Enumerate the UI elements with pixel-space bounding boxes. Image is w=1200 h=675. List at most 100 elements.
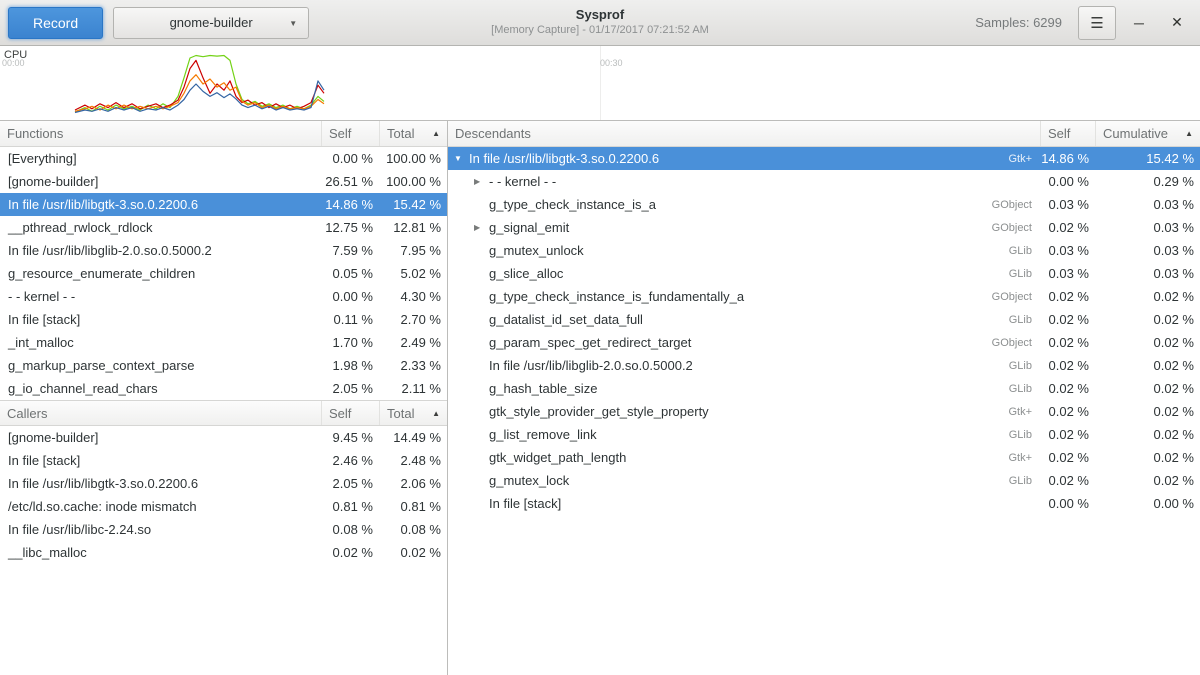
- self-value: 14.86 %: [321, 197, 379, 212]
- table-row[interactable]: In file /usr/lib/libgtk-3.so.0.2200.6 2.0…: [0, 472, 447, 495]
- hamburger-menu-button[interactable]: ☰: [1078, 6, 1116, 40]
- functions-table-header: Functions Self Total ▲: [0, 121, 447, 147]
- table-row[interactable]: g_mutex_unlockGLib0.03 %0.03 %: [448, 239, 1200, 262]
- table-row[interactable]: ▶- - kernel - -0.00 %0.29 %: [448, 170, 1200, 193]
- function-name: g_io_channel_read_chars: [0, 381, 321, 396]
- self-value: 0.00 %: [1040, 174, 1095, 189]
- self-value: 9.45 %: [321, 430, 379, 445]
- column-header-functions[interactable]: Functions: [0, 121, 321, 146]
- table-row[interactable]: [Everything]0.00 %100.00 %: [0, 147, 447, 170]
- table-row[interactable]: ▶g_signal_emitGObject0.02 %0.03 %: [448, 216, 1200, 239]
- self-value: 0.02 %: [1040, 358, 1095, 373]
- self-value: 14.86 %: [1040, 151, 1095, 166]
- table-row[interactable]: In file /usr/lib/libglib-2.0.so.0.5000.2…: [0, 239, 447, 262]
- function-name: g_hash_table_size: [489, 381, 597, 396]
- table-row[interactable]: g_param_spec_get_redirect_targetGObject0…: [448, 331, 1200, 354]
- library-tag: Gtk+: [1008, 406, 1040, 418]
- table-row[interactable]: gtk_style_provider_get_style_propertyGtk…: [448, 400, 1200, 423]
- table-row[interactable]: In file [stack]0.00 %0.00 %: [448, 492, 1200, 515]
- cumulative-value: 0.02 %: [1095, 381, 1200, 396]
- table-row[interactable]: g_mutex_lockGLib0.02 %0.02 %: [448, 469, 1200, 492]
- table-row[interactable]: _int_malloc1.70 %2.49 %: [0, 331, 447, 354]
- function-name: In file [stack]: [0, 312, 321, 327]
- self-value: 0.08 %: [321, 522, 379, 537]
- cumulative-value: 0.02 %: [1095, 450, 1200, 465]
- table-row[interactable]: g_hash_table_sizeGLib0.02 %0.02 %: [448, 377, 1200, 400]
- tree-cell: ▶g_signal_emitGObject: [448, 220, 1040, 235]
- table-row[interactable]: [gnome-builder]9.45 %14.49 %: [0, 426, 447, 449]
- function-name: In file [stack]: [0, 453, 321, 468]
- table-row[interactable]: [gnome-builder]26.51 %100.00 %: [0, 170, 447, 193]
- function-name: In file [stack]: [489, 496, 561, 511]
- column-header-total[interactable]: Total ▲: [379, 121, 447, 146]
- function-name: In file /usr/lib/libgtk-3.so.0.2200.6: [469, 151, 659, 166]
- table-row[interactable]: g_io_channel_read_chars2.05 %2.11 %: [0, 377, 447, 400]
- table-row[interactable]: g_slice_allocGLib0.03 %0.03 %: [448, 262, 1200, 285]
- column-header-descendants[interactable]: Descendants: [448, 121, 1040, 146]
- sort-arrow-icon: ▲: [1185, 129, 1193, 138]
- expander-icon[interactable]: ▼: [454, 154, 469, 163]
- library-tag: GLib: [1009, 360, 1040, 372]
- cpu-green-line: [75, 56, 324, 112]
- self-value: 0.11 %: [321, 312, 379, 327]
- function-name: [gnome-builder]: [0, 174, 321, 189]
- column-header-self[interactable]: Self: [1040, 121, 1095, 146]
- time-label-start: 00:00: [2, 58, 25, 68]
- time-label-mid: 00:30: [600, 58, 623, 68]
- cumulative-value: 0.02 %: [1095, 289, 1200, 304]
- cpu-graph[interactable]: CPU 00:00 00:30: [0, 46, 1200, 121]
- cumulative-value: 15.42 %: [1095, 151, 1200, 166]
- table-row[interactable]: g_markup_parse_context_parse1.98 %2.33 %: [0, 354, 447, 377]
- total-value: 2.48 %: [379, 453, 447, 468]
- table-row[interactable]: g_type_check_instance_is_aGObject0.03 %0…: [448, 193, 1200, 216]
- table-row[interactable]: In file /usr/lib/libc-2.24.so0.08 %0.08 …: [0, 518, 447, 541]
- column-header-self[interactable]: Self: [321, 121, 379, 146]
- cumulative-value: 0.02 %: [1095, 358, 1200, 373]
- library-tag: Gtk+: [1008, 153, 1040, 165]
- self-value: 1.70 %: [321, 335, 379, 350]
- tree-cell: g_hash_table_sizeGLib: [448, 381, 1040, 396]
- table-row[interactable]: g_datalist_id_set_data_fullGLib0.02 %0.0…: [448, 308, 1200, 331]
- table-row[interactable]: g_type_check_instance_is_fundamentally_a…: [448, 285, 1200, 308]
- library-tag: GObject: [992, 337, 1040, 349]
- table-row[interactable]: In file /usr/lib/libgtk-3.so.0.2200.614.…: [0, 193, 447, 216]
- descendants-table-header: Descendants Self Cumulative ▲: [448, 121, 1200, 147]
- total-value: 2.06 %: [379, 476, 447, 491]
- function-name: g_param_spec_get_redirect_target: [489, 335, 691, 350]
- table-row[interactable]: g_list_remove_linkGLib0.02 %0.02 %: [448, 423, 1200, 446]
- column-header-callers[interactable]: Callers: [0, 401, 321, 425]
- minimize-button[interactable]: ─: [1124, 8, 1154, 38]
- record-button[interactable]: Record: [8, 7, 103, 39]
- descendants-table-body: ▼In file /usr/lib/libgtk-3.so.0.2200.6 Gt…: [448, 147, 1200, 515]
- left-pane: Functions Self Total ▲ [Everything]0.00 …: [0, 121, 448, 675]
- functions-table: Functions Self Total ▲ [Everything]0.00 …: [0, 121, 447, 400]
- self-value: 12.75 %: [321, 220, 379, 235]
- expander-icon[interactable]: ▶: [474, 223, 489, 232]
- table-row[interactable]: In file [stack]0.11 %2.70 %: [0, 308, 447, 331]
- cumulative-value: 0.03 %: [1095, 266, 1200, 281]
- total-value: 2.33 %: [379, 358, 447, 373]
- table-row[interactable]: __pthread_rwlock_rdlock12.75 %12.81 %: [0, 216, 447, 239]
- table-row[interactable]: In file [stack]2.46 %2.48 %: [0, 449, 447, 472]
- column-header-self[interactable]: Self: [321, 401, 379, 425]
- table-row[interactable]: g_resource_enumerate_children0.05 %5.02 …: [0, 262, 447, 285]
- column-header-total[interactable]: Total ▲: [379, 401, 447, 425]
- table-row[interactable]: __libc_malloc0.02 %0.02 %: [0, 541, 447, 564]
- table-row[interactable]: - - kernel - -0.00 %4.30 %: [0, 285, 447, 308]
- library-tag: GLib: [1009, 429, 1040, 441]
- column-header-cumulative[interactable]: Cumulative ▲: [1095, 121, 1200, 146]
- self-value: 0.02 %: [321, 545, 379, 560]
- expander-icon[interactable]: ▶: [474, 177, 489, 186]
- close-button[interactable]: ✕: [1162, 8, 1192, 38]
- function-name: g_signal_emit: [489, 220, 569, 235]
- self-value: 0.81 %: [321, 499, 379, 514]
- function-name: g_mutex_lock: [489, 473, 569, 488]
- table-row[interactable]: In file /usr/lib/libglib-2.0.so.0.5000.2…: [448, 354, 1200, 377]
- table-row[interactable]: gtk_widget_path_lengthGtk+0.02 %0.02 %: [448, 446, 1200, 469]
- function-name: In file /usr/lib/libgtk-3.so.0.2200.6: [0, 476, 321, 491]
- tree-cell: gtk_style_provider_get_style_propertyGtk…: [448, 404, 1040, 419]
- table-row[interactable]: ▼In file /usr/lib/libgtk-3.so.0.2200.6 Gt…: [448, 147, 1200, 170]
- self-value: 0.02 %: [1040, 473, 1095, 488]
- process-selector-dropdown[interactable]: gnome-builder ▼: [113, 7, 309, 39]
- table-row[interactable]: /etc/ld.so.cache: inode mismatch0.81 %0.…: [0, 495, 447, 518]
